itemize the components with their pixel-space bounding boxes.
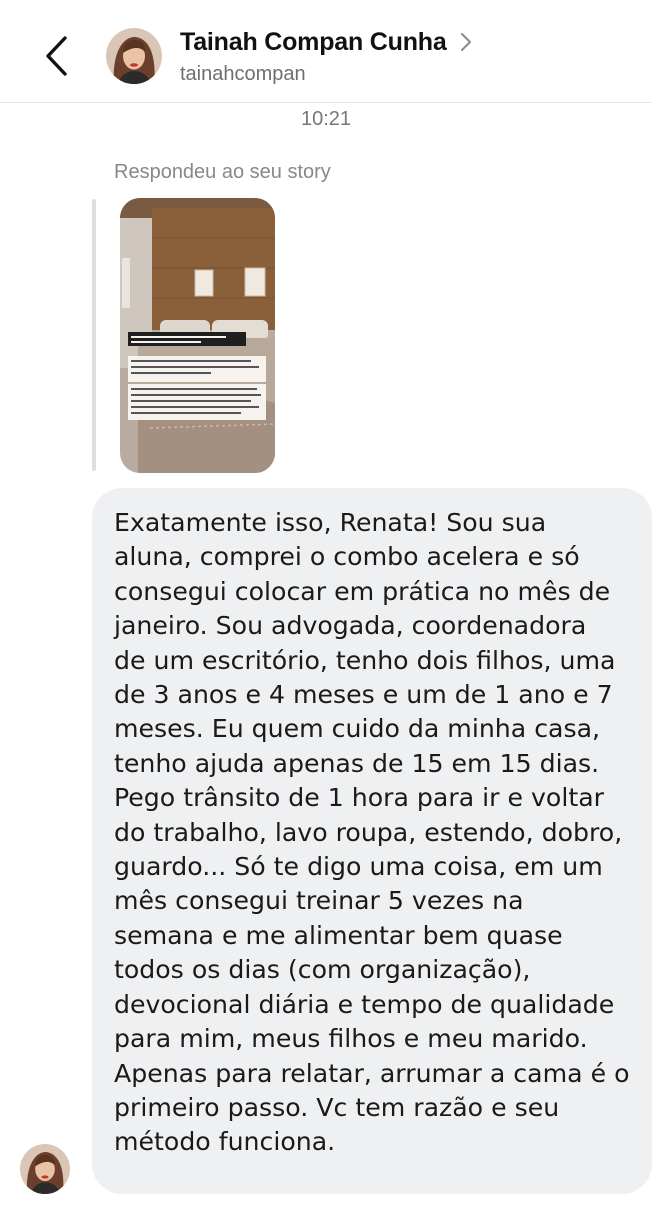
contact-name: Tainah Compan Cunha bbox=[180, 27, 447, 56]
message-text: Exatamente isso, Renata! Sou sua aluna, … bbox=[114, 508, 630, 1157]
contact-avatar[interactable] bbox=[106, 28, 162, 84]
contact-title-button[interactable]: Tainah Compan Cunha bbox=[180, 24, 473, 60]
back-button[interactable] bbox=[38, 32, 78, 80]
chevron-left-icon bbox=[46, 36, 67, 76]
story-thumbnail[interactable] bbox=[120, 198, 275, 473]
reply-quote-bar bbox=[92, 199, 96, 471]
chevron-right-icon bbox=[460, 33, 471, 51]
message-timestamp: 10:21 bbox=[300, 108, 352, 130]
chat-header: Tainah Compan Cunha tainahcompan bbox=[0, 0, 652, 103]
message-bubble[interactable]: Exatamente isso, Renata! Sou sua aluna, … bbox=[92, 488, 652, 1194]
story-reply-label: Respondeu ao seu story bbox=[114, 161, 331, 183]
sender-avatar[interactable] bbox=[20, 1144, 70, 1194]
contact-username: tainahcompan bbox=[180, 63, 306, 85]
